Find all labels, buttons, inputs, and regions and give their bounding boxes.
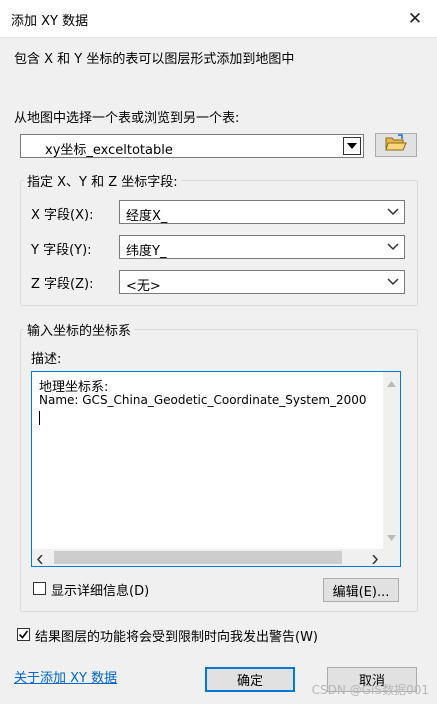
description-textbox[interactable]: 地理坐标系: Name: GCS_China_Geodetic_Coordina…: [31, 371, 401, 567]
x-field-value: 经度X_: [126, 209, 168, 224]
warning-label: 结果图层的功能将会受到限制时向我发出警告(W): [35, 630, 318, 645]
vertical-scrollbar[interactable]: [383, 372, 400, 549]
title-bar: 添加 XY 数据 ✕: [0, 0, 437, 38]
table-select-label: 从地图中选择一个表或浏览到另一个表:: [14, 111, 240, 126]
chevron-up-icon[interactable]: [387, 376, 396, 391]
warning-checkbox[interactable]: [17, 628, 30, 641]
chevron-left-icon[interactable]: [36, 553, 43, 568]
close-icon[interactable]: ✕: [397, 3, 433, 35]
desc-label: 描述:: [31, 352, 62, 367]
chevron-down-icon[interactable]: [387, 530, 396, 545]
chevron-down-icon[interactable]: [386, 240, 400, 254]
horizontal-scroll-thumb[interactable]: [54, 551, 342, 564]
chevron-down-icon[interactable]: [343, 137, 361, 155]
table-select-dropdown[interactable]: xy坐标_exceltotable: [20, 134, 364, 158]
fields-group-label: 指定 X、Y 和 Z 坐标字段:: [24, 171, 181, 190]
table-select-value: xy坐标_exceltotable: [45, 143, 173, 158]
chevron-right-icon[interactable]: [372, 553, 379, 568]
y-field-value: 纬度Y_: [126, 244, 167, 259]
scroll-corner: [383, 549, 400, 566]
checkmark-icon: [18, 630, 29, 639]
about-link[interactable]: 关于添加 XY 数据: [14, 667, 117, 686]
chevron-down-icon[interactable]: [386, 205, 400, 219]
z-field-value: <无>: [126, 279, 161, 294]
x-field-dropdown[interactable]: 经度X_: [119, 200, 405, 224]
show-details-checkbox[interactable]: [33, 582, 46, 595]
x-field-label: X 字段(X):: [31, 208, 94, 223]
edit-button[interactable]: 编辑(E)...: [323, 578, 399, 602]
intro-text: 包含 X 和 Y 坐标的表可以图层形式添加到地图中: [14, 52, 295, 67]
desc-line-2: Name: GCS_China_Geodetic_Coordinate_Syst…: [39, 393, 367, 407]
y-field-dropdown[interactable]: 纬度Y_: [119, 235, 405, 259]
z-field-label: Z 字段(Z):: [31, 277, 94, 292]
open-folder-icon: [385, 134, 407, 156]
horizontal-scrollbar[interactable]: [32, 549, 383, 566]
watermark: CSDN @GIS数据001: [311, 683, 429, 697]
text-cursor: [39, 411, 40, 425]
ok-button[interactable]: 确定: [205, 667, 295, 692]
chevron-down-icon[interactable]: [386, 275, 400, 289]
coord-group-label: 输入坐标的坐标系: [24, 320, 135, 339]
z-field-dropdown[interactable]: <无>: [119, 270, 405, 294]
show-details-label: 显示详细信息(D): [51, 584, 150, 599]
browse-button[interactable]: [375, 133, 417, 157]
y-field-label: Y 字段(Y):: [31, 243, 92, 258]
window-title: 添加 XY 数据: [11, 14, 89, 29]
